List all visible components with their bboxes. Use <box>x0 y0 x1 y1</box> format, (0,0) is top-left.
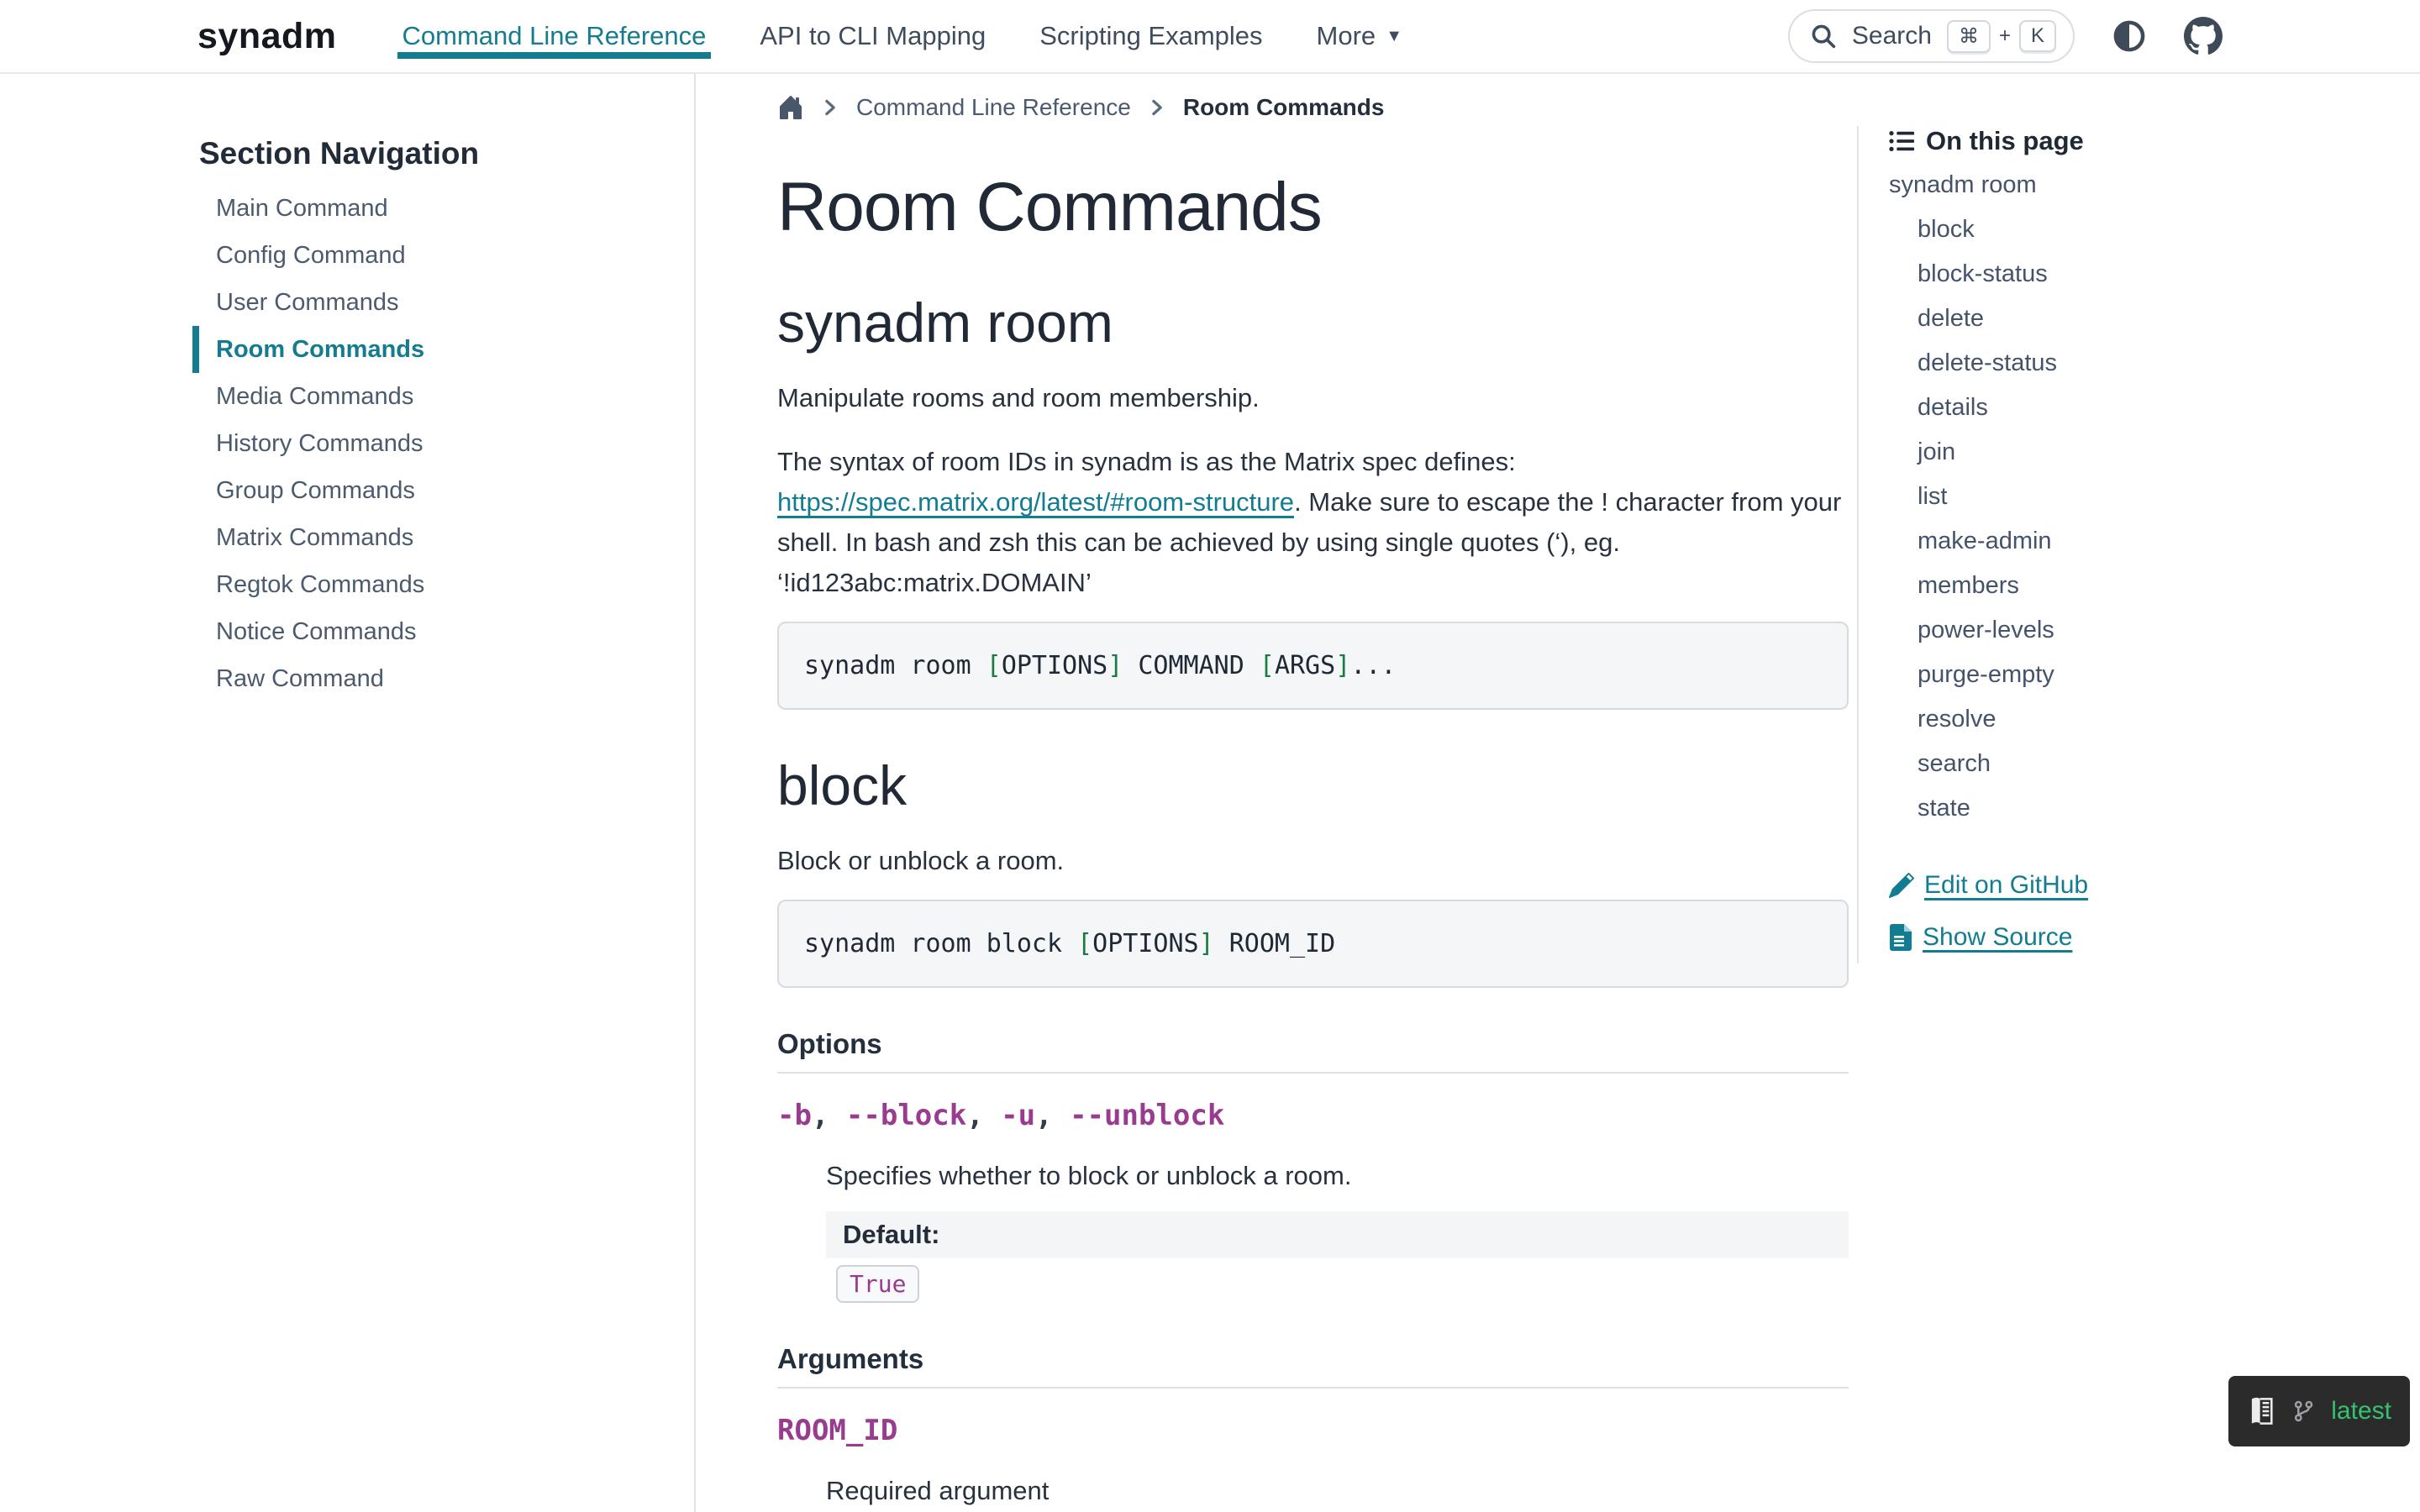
toc-item: details <box>1889 386 2395 430</box>
chevron-right-icon <box>1148 98 1166 117</box>
section-navigation-sidebar: Section Navigation Main Command Config C… <box>0 74 696 1512</box>
header: synadm Command Line Reference API to CLI… <box>0 0 2420 74</box>
sidebar-title: Section Navigation <box>199 136 660 171</box>
divider <box>777 1387 1849 1389</box>
default-value: True <box>836 1265 919 1303</box>
sidebar-item-config-command: Config Command <box>216 232 660 279</box>
argument-description: Required argument <box>826 1471 1849 1511</box>
nav-api-to-cli-mapping[interactable]: API to CLI Mapping <box>760 0 986 72</box>
book-icon <box>2247 1392 2276 1431</box>
heading-block: block <box>777 753 1849 817</box>
breadcrumb: Command Line Reference Room Commands <box>777 94 1849 121</box>
sidebar-item-group-commands: Group Commands <box>216 467 660 514</box>
sidebar-item-media-commands: Media Commands <box>216 373 660 420</box>
sidebar-item-regtok-commands: Regtok Commands <box>216 561 660 608</box>
breadcrumb-current: Room Commands <box>1183 94 1385 121</box>
section-block: block Block or unblock a room. synadm ro… <box>777 753 1849 1511</box>
file-icon <box>1889 924 1912 951</box>
option-signature: -b, --block, -u, --unblock <box>777 1099 1849 1132</box>
readthedocs-version-flyout[interactable]: latest <box>2228 1376 2410 1446</box>
options-rubric: Options <box>777 1028 1849 1060</box>
sidebar-item-notice-commands: Notice Commands <box>216 608 660 655</box>
top-navigation: Command Line Reference API to CLI Mappin… <box>402 0 1402 72</box>
chevron-right-icon <box>821 98 839 117</box>
nav-command-line-reference[interactable]: Command Line Reference <box>402 0 707 72</box>
edit-on-github-link[interactable]: Edit on GitHub <box>1889 871 2395 900</box>
paragraph: Manipulate rooms and room membership. <box>777 378 1849 418</box>
theme-toggle-button[interactable] <box>2112 18 2147 54</box>
nav-more[interactable]: More ▼ <box>1317 0 1402 72</box>
section-synadm-room: synadm room Manipulate rooms and room me… <box>777 291 1849 710</box>
git-branch-icon <box>2293 1397 2314 1425</box>
toc-item: join <box>1889 430 2395 475</box>
argument-name: ROOM_ID <box>777 1414 1849 1447</box>
toc-item: delete-status <box>1889 341 2395 386</box>
sidebar-item-user-commands: User Commands <box>216 279 660 326</box>
main-content: Command Line Reference Room Commands Roo… <box>696 74 1857 1512</box>
search-label: Search <box>1852 22 1932 50</box>
toc-item: members <box>1889 564 2395 608</box>
kbd-k: K <box>2019 20 2056 52</box>
toc-item: make-admin <box>1889 519 2395 564</box>
arguments-rubric: Arguments <box>777 1343 1849 1375</box>
paragraph: The syntax of room IDs in synadm is as t… <box>777 442 1849 603</box>
sidebar-item-raw-command: Raw Command <box>216 655 660 702</box>
toc-item: synadm room <box>1889 163 2395 207</box>
toc-item: block <box>1889 207 2395 252</box>
matrix-spec-link[interactable]: https://spec.matrix.org/latest/#room-str… <box>777 487 1294 517</box>
toc-item: list <box>1889 475 2395 519</box>
kbd-cmd: ⌘ <box>1947 20 1991 53</box>
toc-title: On this page <box>1889 126 2395 156</box>
toc-item: purge-empty <box>1889 653 2395 697</box>
sidebar-item-history-commands: History Commands <box>216 420 660 467</box>
on-this-page-sidebar: On this page synadm room block block-sta… <box>1857 74 2420 1512</box>
home-icon <box>777 94 804 121</box>
paragraph: Block or unblock a room. <box>777 841 1849 881</box>
toc-item: state <box>1889 786 2395 831</box>
toc-item: search <box>1889 742 2395 786</box>
divider <box>777 1072 1849 1074</box>
search-icon <box>1810 23 1837 50</box>
version-label: latest <box>2331 1397 2391 1425</box>
sidebar-item-room-commands: Room Commands <box>216 326 660 373</box>
nav-scripting-examples[interactable]: Scripting Examples <box>1039 0 1262 72</box>
page-title: Room Commands <box>777 168 1849 247</box>
pencil-icon <box>1889 873 1914 898</box>
breadcrumb-home[interactable] <box>777 94 804 121</box>
default-value-wrap: True <box>836 1265 1849 1303</box>
github-icon <box>2184 17 2223 55</box>
sidebar-item-matrix-commands: Matrix Commands <box>216 514 660 561</box>
github-link[interactable] <box>2184 17 2223 55</box>
toc-item: power-levels <box>1889 608 2395 653</box>
code-block-room-block: synadm room block [OPTIONS] ROOM_ID <box>777 900 1849 988</box>
kbd-plus: + <box>1999 24 2011 48</box>
header-actions: Search ⌘ + K <box>1788 9 2223 63</box>
breadcrumb-parent[interactable]: Command Line Reference <box>856 94 1131 121</box>
logo[interactable]: synadm <box>197 16 337 57</box>
toc-item: block-status <box>1889 252 2395 297</box>
sidebar-item-main-command: Main Command <box>216 185 660 232</box>
code-block-synadm-room: synadm room [OPTIONS] COMMAND [ARGS]... <box>777 622 1849 710</box>
toc-item: resolve <box>1889 697 2395 742</box>
list-icon <box>1889 129 1914 154</box>
option-description: Specifies whether to block or unblock a … <box>826 1156 1849 1196</box>
default-label: Default: <box>826 1211 1849 1258</box>
show-source-link[interactable]: Show Source <box>1889 923 2395 952</box>
chevron-down-icon: ▼ <box>1386 27 1402 46</box>
toc-item: delete <box>1889 297 2395 341</box>
search-button[interactable]: Search ⌘ + K <box>1788 9 2075 63</box>
heading-synadm-room: synadm room <box>777 291 1849 354</box>
light-dark-mode-icon <box>2112 18 2147 54</box>
